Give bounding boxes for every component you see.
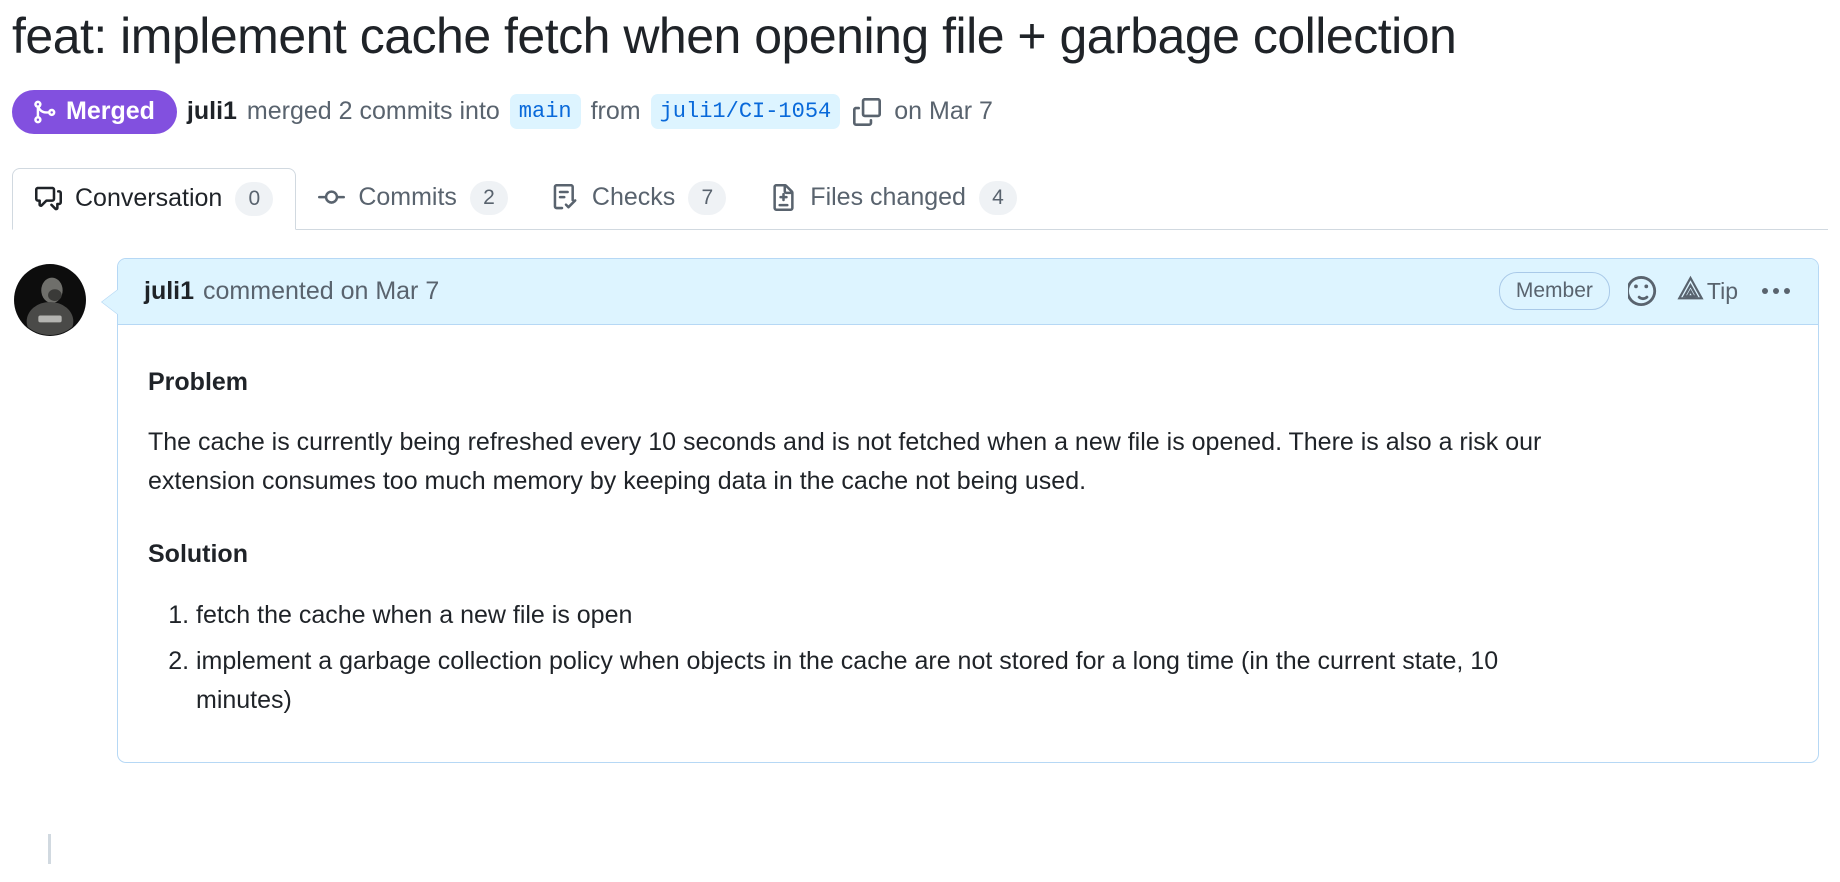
comment-box: juli1 commented on Mar 7 Member Tip Prob… bbox=[101, 257, 1819, 763]
tab-files-changed-counter: 4 bbox=[978, 180, 1017, 215]
pr-meta-row: Merged juli1 merged 2 commits into main … bbox=[12, 86, 1828, 138]
timeline-connector bbox=[48, 833, 51, 864]
pr-from-text: from bbox=[590, 97, 641, 125]
base-branch-chip[interactable]: main bbox=[509, 93, 581, 130]
tab-commits-counter: 2 bbox=[469, 180, 508, 215]
comment-discussion-icon bbox=[35, 185, 62, 212]
list-item: fetch the cache when a new file is open bbox=[196, 596, 1556, 635]
tab-conversation-counter: 0 bbox=[235, 181, 274, 216]
tab-files-changed[interactable]: Files changed 4 bbox=[748, 167, 1039, 229]
comment-header-actions: Member Tip bbox=[1498, 271, 1796, 311]
file-diff-icon bbox=[770, 184, 797, 211]
head-branch-chip[interactable]: juli1/CI-1054 bbox=[650, 93, 841, 130]
author-association-badge: Member bbox=[1498, 271, 1610, 311]
smiley-icon[interactable] bbox=[1627, 276, 1658, 306]
comment-timestamp: commented on Mar 7 bbox=[203, 276, 440, 305]
pull-request-page: feat: implement cache fetch when opening… bbox=[0, 8, 1840, 882]
pr-merge-date: on Mar 7 bbox=[894, 97, 993, 125]
comment-header: juli1 commented on Mar 7 Member Tip bbox=[118, 258, 1818, 325]
pr-tab-bar: Conversation 0 Commits 2 Checks 7 Files … bbox=[12, 167, 1828, 230]
paragraph-problem: The cache is currently being refreshed e… bbox=[148, 428, 1542, 495]
heading-problem: Problem bbox=[148, 367, 249, 396]
tab-checks-label: Checks bbox=[591, 183, 676, 211]
tab-conversation-label: Conversation bbox=[75, 184, 223, 212]
checklist-icon bbox=[552, 184, 579, 211]
tab-commits-label: Commits bbox=[358, 183, 457, 211]
git-commit-icon bbox=[318, 184, 346, 211]
triangle-tip-icon bbox=[1676, 274, 1705, 309]
tab-files-changed-label: Files changed bbox=[810, 183, 966, 211]
pr-merged-text: merged 2 commits into bbox=[246, 97, 500, 125]
kebab-menu-icon[interactable] bbox=[1756, 288, 1796, 294]
tip-button[interactable]: Tip bbox=[1676, 274, 1738, 309]
comment-body: Problem The cache is currently being ref… bbox=[118, 325, 1818, 762]
tab-commits[interactable]: Commits 2 bbox=[296, 167, 530, 229]
tab-conversation[interactable]: Conversation 0 bbox=[12, 167, 297, 230]
status-badge: Merged bbox=[12, 89, 177, 134]
page-title: feat: implement cache fetch when opening… bbox=[12, 8, 1457, 64]
list-item: implement a garbage collection policy wh… bbox=[196, 642, 1556, 720]
tab-checks[interactable]: Checks 7 bbox=[530, 167, 748, 229]
solution-list: fetch the cache when a new file is open … bbox=[148, 596, 1788, 720]
heading-solution: Solution bbox=[148, 539, 248, 568]
pr-author-link[interactable]: juli1 bbox=[187, 97, 237, 126]
tip-label: Tip bbox=[1706, 277, 1738, 304]
status-badge-label: Merged bbox=[66, 97, 155, 125]
comment-author-link[interactable]: juli1 bbox=[144, 277, 194, 306]
git-merge-icon bbox=[31, 99, 57, 125]
tab-checks-counter: 7 bbox=[688, 180, 727, 215]
timeline-comment: juli1 commented on Mar 7 Member Tip Prob… bbox=[12, 257, 1828, 864]
copy-icon[interactable] bbox=[850, 95, 884, 129]
avatar[interactable] bbox=[14, 263, 86, 336]
